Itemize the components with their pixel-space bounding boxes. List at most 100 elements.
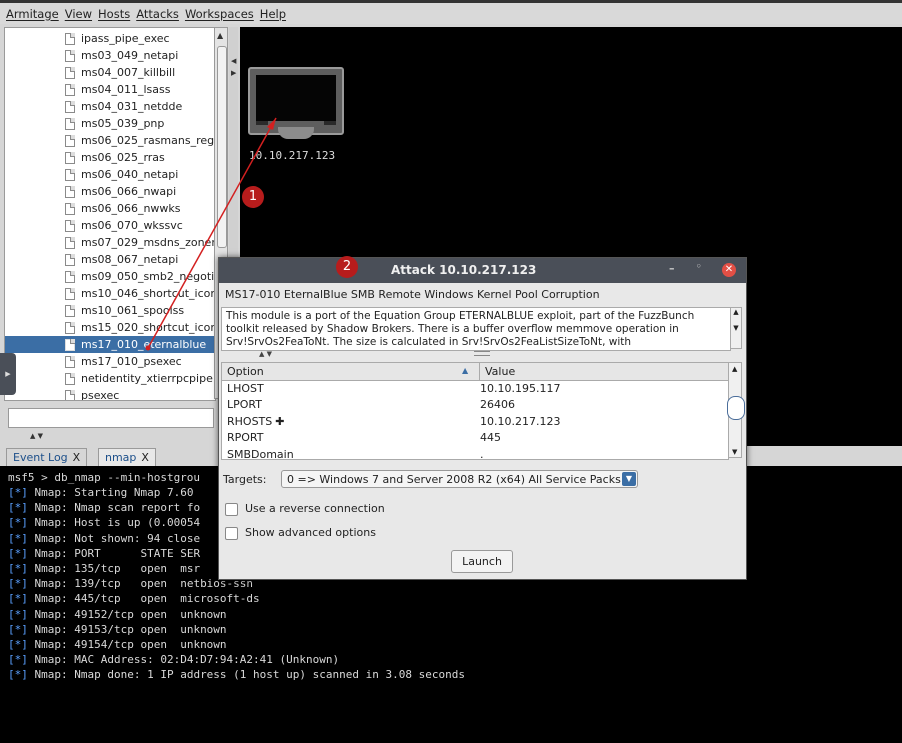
launch-button[interactable]: Launch bbox=[451, 550, 513, 573]
module-name: ms10_061_spoolss bbox=[81, 304, 185, 317]
column-value[interactable]: Value bbox=[479, 363, 515, 380]
module-tree-item[interactable]: ms06_066_nwwks bbox=[65, 200, 181, 217]
menu-help[interactable]: Help bbox=[260, 7, 286, 21]
console-line: [*] Nmap: 49152/tcp open unknown bbox=[8, 608, 227, 621]
console-line: [*] Nmap: 49154/tcp open unknown bbox=[8, 638, 227, 651]
menu-bar: Armitage View Hosts Attacks Workspaces Help bbox=[0, 0, 902, 24]
targets-select[interactable]: 0 => Windows 7 and Server 2008 R2 (x64) … bbox=[281, 470, 638, 488]
column-option[interactable]: Option bbox=[227, 365, 264, 378]
module-tree-item[interactable]: ms10_046_shortcut_icon bbox=[65, 285, 215, 302]
module-tree-item[interactable]: ms06_066_nwapi bbox=[65, 183, 176, 200]
options-table[interactable]: Option ▲ Value LHOST 10.10.195.117 LPORT 26… bbox=[221, 362, 729, 460]
module-tree-item[interactable]: ms10_061_spoolss bbox=[65, 302, 184, 319]
option-value[interactable]: . bbox=[480, 448, 484, 459]
option-value[interactable]: 10.10.195.117 bbox=[480, 382, 560, 395]
horizontal-splitter-arrows-icon[interactable]: ▲ ▼ bbox=[30, 432, 43, 440]
arrow-right-icon[interactable]: ▶ bbox=[231, 69, 236, 77]
module-title: MS17-010 EternalBlue SMB Remote Windows … bbox=[225, 288, 600, 301]
scroll-up-icon[interactable]: ▲ bbox=[217, 31, 223, 40]
module-tree-item[interactable]: ms06_070_wkssvc bbox=[65, 217, 183, 234]
console-text: Nmap: Nmap scan report fo bbox=[34, 501, 201, 515]
scrollbar-thumb[interactable] bbox=[727, 396, 745, 420]
scrollbar-thumb[interactable] bbox=[217, 46, 227, 248]
tab-event-log[interactable]: Event Log X bbox=[6, 448, 88, 466]
console-line: [*] Nmap: PORT STATE SER bbox=[8, 547, 200, 560]
menu-attacks[interactable]: Attacks bbox=[136, 7, 179, 21]
menu-hosts[interactable]: Hosts bbox=[98, 7, 130, 21]
option-row[interactable]: LHOST 10.10.195.117 bbox=[222, 381, 728, 397]
arrow-left-icon[interactable]: ◀ bbox=[231, 57, 236, 65]
minimize-icon[interactable]: – bbox=[669, 262, 675, 275]
console-line: [*] Nmap: 49153/tcp open unknown bbox=[8, 623, 227, 636]
option-row[interactable]: SMBDomain. bbox=[222, 447, 728, 459]
module-tree-item[interactable]: ms03_049_netapi bbox=[65, 47, 178, 64]
document-icon bbox=[65, 270, 75, 283]
module-tree-item[interactable]: ms07_029_msdns_zonena bbox=[65, 234, 215, 251]
console-line: [*] Nmap: 135/tcp open msr bbox=[8, 562, 200, 575]
scroll-down-icon[interactable]: ▼ bbox=[732, 448, 737, 456]
document-icon bbox=[65, 32, 75, 45]
option-row[interactable]: RHOSTS ✚ 10.10.217.123 bbox=[222, 414, 728, 430]
option-name-text: LHOST bbox=[227, 382, 264, 395]
close-icon[interactable]: ✕ bbox=[722, 263, 736, 277]
document-icon bbox=[65, 134, 75, 147]
module-description[interactable]: This module is a port of the Equation Gr… bbox=[221, 307, 731, 351]
module-tree-item[interactable]: ms15_020_shortcut_icon bbox=[65, 319, 215, 336]
module-tree-item[interactable]: ms08_067_netapi bbox=[65, 251, 178, 268]
module-tree-item[interactable]: psexec bbox=[65, 387, 119, 400]
module-tree-item[interactable]: ms04_007_killbill bbox=[65, 64, 175, 81]
module-tree-item[interactable]: ms04_031_netdde bbox=[65, 98, 182, 115]
menu-workspaces[interactable]: Workspaces bbox=[185, 7, 254, 21]
side-panel-handle[interactable]: ▶ bbox=[0, 353, 16, 395]
option-value[interactable]: 26406 bbox=[480, 398, 515, 411]
info-marker: [*] bbox=[8, 531, 28, 545]
module-tree-item[interactable]: ms17_010_eternalblue bbox=[5, 336, 215, 353]
module-tree-item[interactable]: ms05_039_pnp bbox=[65, 115, 164, 132]
console-line: [*] Nmap: MAC Address: 02:D4:D7:94:A2:41… bbox=[8, 653, 339, 666]
option-row[interactable]: LPORT 26406 bbox=[222, 397, 728, 413]
console-text: Nmap: 49154/tcp open unknown bbox=[34, 638, 227, 651]
module-tree-item[interactable]: ipass_pipe_exec bbox=[65, 30, 170, 47]
split-grip-icon[interactable] bbox=[474, 351, 490, 356]
module-tree-item[interactable]: ms06_040_netapi bbox=[65, 166, 178, 183]
reverse-connection-label[interactable]: Use a reverse connection bbox=[245, 502, 385, 515]
close-tab-icon[interactable]: X bbox=[73, 451, 81, 464]
reverse-connection-checkbox[interactable] bbox=[225, 503, 238, 516]
sort-ascending-icon[interactable]: ▲ bbox=[462, 366, 468, 375]
options-table-header: Option ▲ Value bbox=[222, 363, 728, 381]
module-tree-item[interactable]: ms04_011_lsass bbox=[65, 81, 170, 98]
option-value[interactable]: 445 bbox=[480, 431, 501, 444]
module-name: ms06_066_nwapi bbox=[81, 185, 177, 198]
dialog-titlebar[interactable]: Attack 10.10.217.123 – ◦ ✕ bbox=[219, 258, 746, 283]
document-icon bbox=[65, 304, 75, 317]
host-computer-icon[interactable] bbox=[248, 67, 344, 139]
console-text: Nmap: 135/tcp open msr bbox=[34, 562, 201, 575]
module-search-input[interactable] bbox=[8, 408, 214, 428]
module-tree-item[interactable]: ms06_025_rasmans_reg bbox=[65, 132, 214, 149]
close-tab-icon[interactable]: X bbox=[141, 451, 149, 464]
option-value[interactable]: 10.10.217.123 bbox=[480, 415, 560, 428]
options-scrollbar[interactable]: ▲ ▼ bbox=[727, 362, 745, 458]
document-icon bbox=[65, 219, 75, 232]
tab-nmap[interactable]: nmap X bbox=[98, 448, 156, 466]
description-scrollbar[interactable]: ▲ ▼ bbox=[730, 307, 742, 349]
maximize-icon[interactable]: ◦ bbox=[696, 262, 702, 272]
advanced-options-checkbox[interactable] bbox=[225, 527, 238, 540]
split-arrows-icon[interactable]: ▲ ▼ bbox=[259, 350, 272, 358]
required-plus-icon: ✚ bbox=[275, 414, 285, 428]
advanced-options-label[interactable]: Show advanced options bbox=[245, 526, 376, 539]
menu-view[interactable]: View bbox=[65, 7, 92, 21]
module-tree-item[interactable]: netidentity_xtierrpcpipe bbox=[65, 370, 213, 387]
module-tree-item[interactable]: ms17_010_psexec bbox=[65, 353, 182, 370]
info-marker: [*] bbox=[8, 607, 28, 621]
module-tree[interactable]: ipass_pipe_exec ms03_049_netapi ms04_007_k… bbox=[4, 27, 216, 401]
menu-armitage[interactable]: Armitage bbox=[6, 7, 59, 21]
module-tree-item[interactable]: ms06_025_rras bbox=[65, 149, 165, 166]
module-tree-item[interactable]: ms09_050_smb2_negotia bbox=[65, 268, 215, 285]
info-marker: [*] bbox=[8, 668, 28, 682]
module-name: ms05_039_pnp bbox=[81, 117, 165, 130]
dropdown-arrow-icon[interactable]: ▼ bbox=[622, 472, 636, 486]
annotation-badge-2: 2 bbox=[336, 256, 358, 278]
option-row[interactable]: RPORT 445 bbox=[222, 430, 728, 446]
scroll-up-icon[interactable]: ▲ bbox=[732, 365, 737, 373]
